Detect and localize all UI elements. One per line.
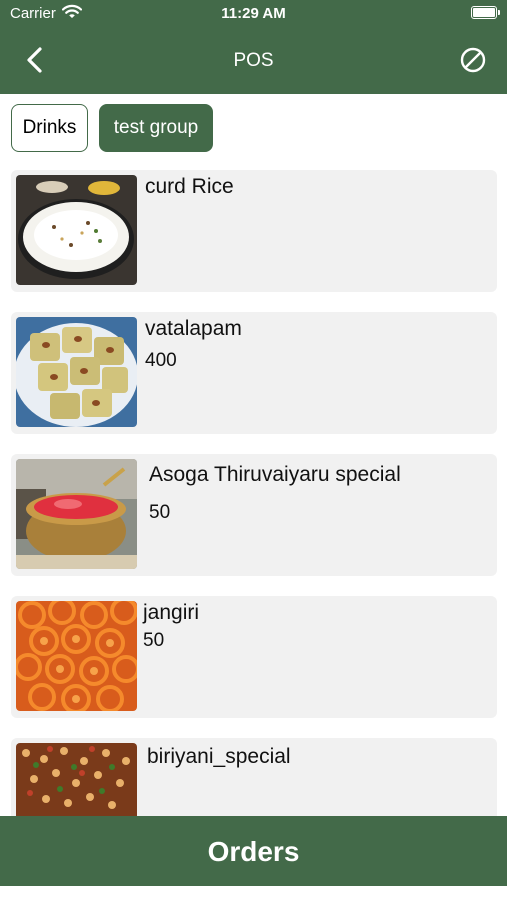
item-image xyxy=(16,743,137,816)
status-bar: Carrier 11:29 AM xyxy=(0,0,507,28)
item-image xyxy=(16,317,137,427)
list-item[interactable]: curd Rice xyxy=(11,170,497,292)
item-image xyxy=(16,459,137,569)
group-chip-drinks[interactable]: Drinks xyxy=(11,104,88,152)
block-icon xyxy=(460,47,486,73)
top-bar: Carrier 11:29 AM POS xyxy=(0,0,507,94)
item-price: 400 xyxy=(145,350,177,371)
status-time: 11:29 AM xyxy=(221,5,286,22)
item-name: biriyani_special xyxy=(147,745,291,768)
item-price: 50 xyxy=(149,502,171,523)
battery-icon xyxy=(471,6,500,19)
pos-screen: Carrier 11:29 AM POS Drinks test group c… xyxy=(0,0,507,900)
list-item[interactable]: jangiri 50 xyxy=(11,596,497,718)
orders-button[interactable]: Orders xyxy=(0,816,507,886)
item-image xyxy=(16,601,137,711)
item-price: 50 xyxy=(143,630,165,651)
list-item[interactable]: Asoga Thiruvaiyaru special 50 xyxy=(11,454,497,576)
group-chip-test-group[interactable]: test group xyxy=(99,104,213,152)
item-name: curd Rice xyxy=(145,175,234,198)
list-item[interactable]: biriyani_special xyxy=(11,738,497,816)
cancel-button[interactable] xyxy=(459,46,487,74)
item-image xyxy=(16,175,137,285)
page-title: POS xyxy=(233,50,274,71)
item-list: curd Rice vatalapam 400 Asoga Thiruvaiya… xyxy=(11,170,497,816)
item-name: jangiri xyxy=(143,601,200,624)
item-name: vatalapam xyxy=(145,317,242,340)
item-name: Asoga Thiruvaiyaru special xyxy=(149,463,401,486)
nav-bar: POS xyxy=(0,32,507,90)
list-item[interactable]: vatalapam 400 xyxy=(11,312,497,434)
